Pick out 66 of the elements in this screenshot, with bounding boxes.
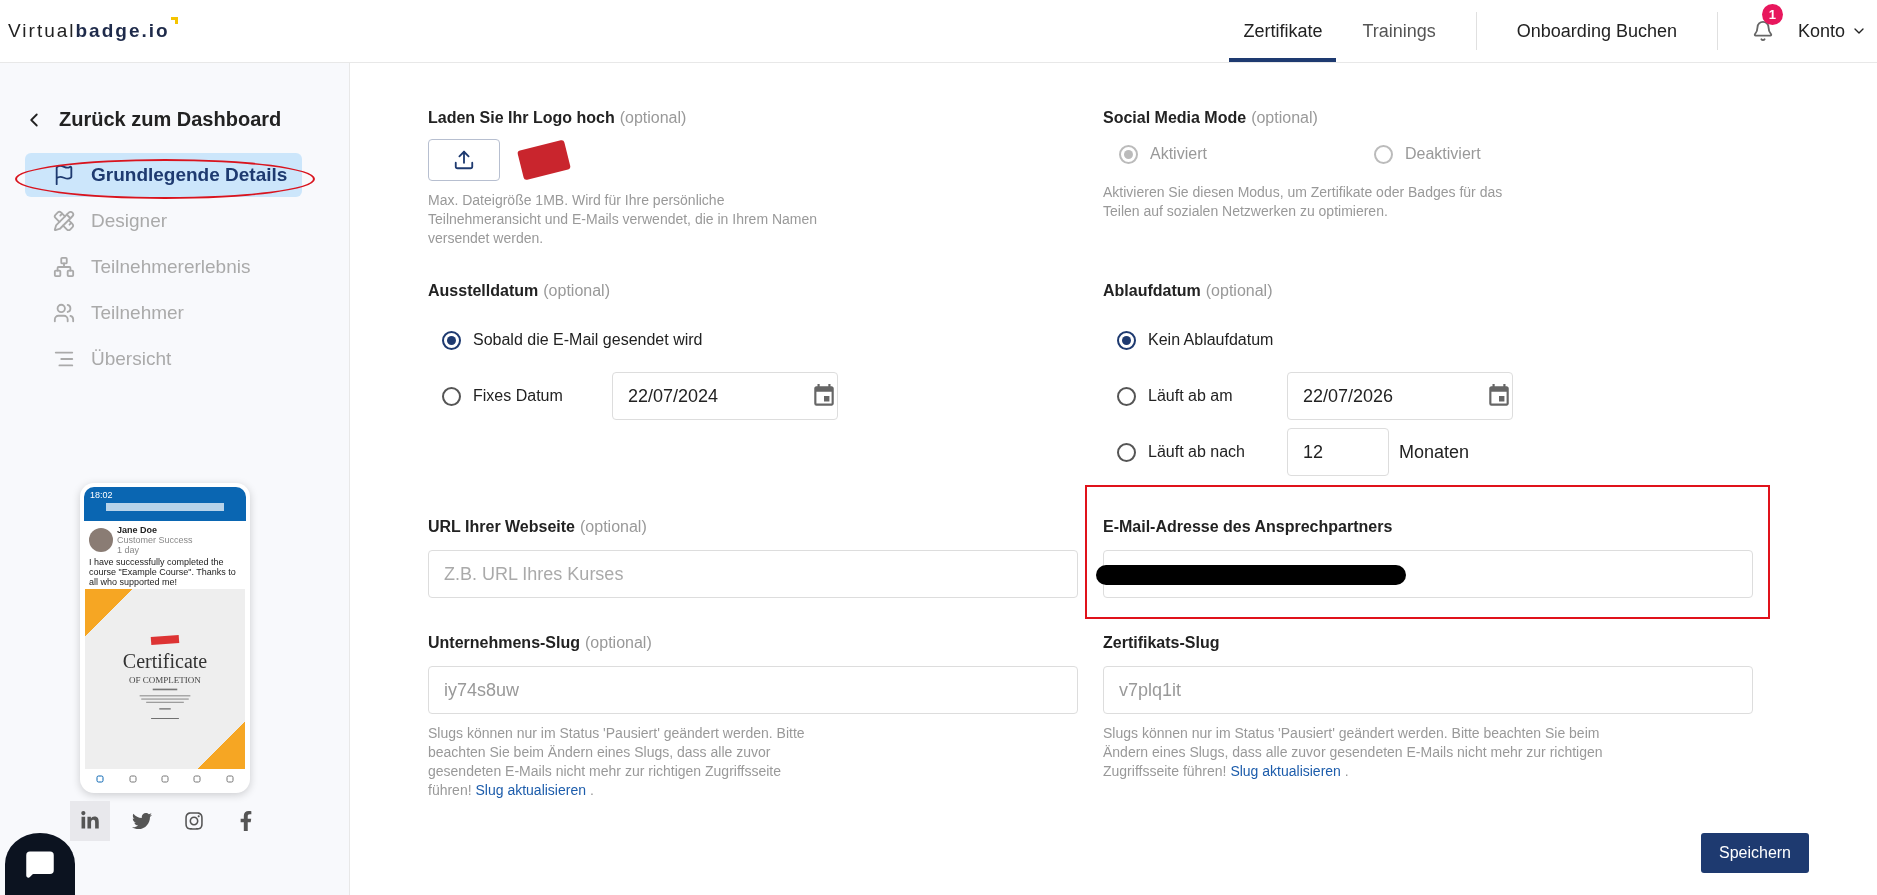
- field-label: Ablaufdatum (optional): [1103, 281, 1274, 301]
- field-label: Laden Sie Ihr Logo hoch (optional): [428, 108, 688, 128]
- date-field[interactable]: 22/07/2024: [612, 372, 838, 420]
- post-age: 1 day: [117, 545, 141, 555]
- calendar-icon[interactable]: [1486, 383, 1512, 409]
- notifications-button[interactable]: 1: [1737, 0, 1788, 62]
- save-button[interactable]: Speichern: [1700, 833, 1809, 873]
- phone-nav-icon: [128, 775, 137, 783]
- field-label: Social Media Mode (optional): [1103, 108, 1319, 128]
- months-unit: Monaten: [1399, 441, 1470, 463]
- radio-option[interactable]: Fixes Datum: [442, 386, 592, 406]
- logo-help-text: Max. Dateigröße 1MB. Wird für Ihre persönliche Teilnehmeransicht und E-Mails verwendet, die in Ihrem Namen versendet werden.: [428, 191, 819, 248]
- radio-option[interactable]: Sobald die E-Mail gesendet wird: [442, 330, 703, 350]
- radio-option[interactable]: Kein Ablaufdatum: [1117, 330, 1274, 350]
- post-author-role: Customer Success: [117, 535, 193, 545]
- twitter-icon: [132, 811, 152, 831]
- sidebar-item-icon: [53, 302, 75, 324]
- social-mode-help-text: Aktivieren Sie diesen Modus, um Zertifikate oder Badges für das Teilen auf sozialen Netzwerken zu optimieren.: [1103, 183, 1504, 221]
- back-link[interactable]: Zurück zum Dashboard: [23, 108, 349, 131]
- phone-nav-icon: [225, 775, 234, 783]
- sidebar-item-icon: [53, 256, 75, 278]
- field-label: URL Ihrer Webseite (optional): [428, 517, 648, 537]
- onboarding-link[interactable]: Onboarding Buchen: [1496, 0, 1697, 62]
- radio-button[interactable]: [442, 330, 461, 350]
- nav-tab[interactable]: Trainings: [1348, 0, 1450, 62]
- certificate-title: Certificate: [122, 649, 208, 673]
- sidebar-item-icon: [53, 210, 75, 232]
- sidebar-item-icon: [53, 164, 75, 186]
- nav-tab[interactable]: Zertifikate: [1229, 0, 1337, 62]
- post-text: I have successfully completed the course "Example Course". Thanks to all who supported me!: [88, 556, 237, 589]
- phone-nav-icon: [96, 775, 105, 783]
- phone-time: 18:02: [90, 490, 114, 500]
- field-label: Zertifikats-Slug: [1103, 633, 1221, 653]
- brand-logo[interactable]: Virtualbadge.io: [8, 0, 180, 62]
- chat-icon: [25, 849, 55, 879]
- linkedin-icon: [80, 811, 100, 831]
- months-field[interactable]: 12: [1287, 428, 1389, 476]
- linkedin-link[interactable]: [70, 801, 110, 841]
- field-label: Unternehmens-Slug (optional): [428, 633, 653, 653]
- certificate-subtitle: OF COMPLETION: [129, 674, 201, 685]
- radio-button[interactable]: [1117, 386, 1136, 406]
- post-author: Jane Doe: [117, 525, 159, 535]
- instagram-icon: [184, 811, 204, 831]
- website-url-field[interactable]: Z.B. URL Ihres Kurses: [428, 550, 1078, 598]
- slug-help-text: Slugs können nur im Status 'Pausiert' geändert werden. Bitte beachten Sie beim Ändern eines Slugs, dass alle zuvor gesendeten E-Mails nicht mehr zur richtigen Zugriffsseite führen! Slug aktualisieren .: [428, 724, 806, 800]
- radio-button[interactable]: [1117, 442, 1136, 462]
- phone-nav-icon: [160, 775, 169, 783]
- slug-help-text: Slugs können nur im Status 'Pausiert' geändert werden. Bitte beachten Sie beim Ändern eines Slugs, dass alle zuvor gesendeten E-Mails nicht mehr zur richtigen Zugriffsseite führen! Slug aktualisieren .: [1103, 724, 1603, 781]
- radio-button[interactable]: [442, 386, 461, 406]
- chat-button[interactable]: [5, 833, 75, 895]
- stamp-drawing: [150, 634, 180, 645]
- notification-count: 1: [1761, 4, 1783, 25]
- upload-icon: [453, 149, 475, 171]
- avatar-placeholder: [89, 528, 113, 552]
- radio-button[interactable]: [1117, 330, 1136, 350]
- field-label: E-Mail-Adresse des Ansprechpartners: [1103, 517, 1394, 537]
- bell-icon: [1751, 20, 1774, 42]
- account-menu[interactable]: Konto: [1787, 0, 1877, 62]
- field-label: Ausstelldatum (optional): [428, 281, 611, 301]
- radio-option[interactable]: Läuft ab nach: [1117, 442, 1277, 462]
- radio-option[interactable]: Läuft ab am: [1117, 386, 1267, 406]
- sidebar-item[interactable]: Grundlegende Details: [25, 153, 302, 197]
- upload-button[interactable]: [428, 139, 500, 181]
- phone-nav-icon: [193, 775, 202, 783]
- date-field[interactable]: 22/07/2026: [1287, 372, 1513, 420]
- calendar-icon[interactable]: [811, 383, 837, 409]
